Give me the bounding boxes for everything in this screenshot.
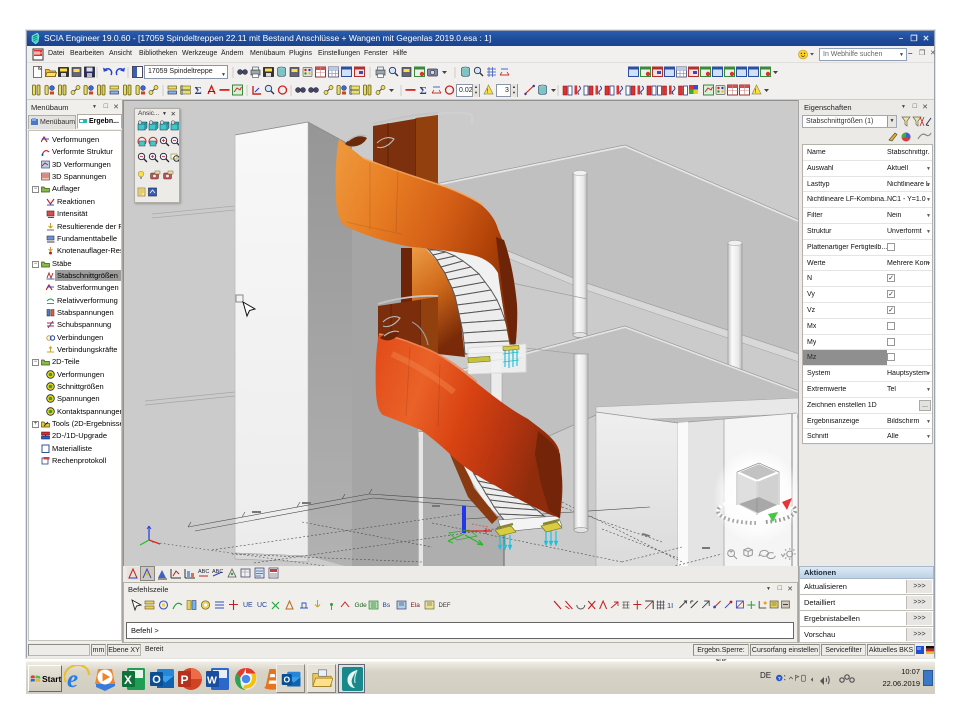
svg-text:Ela: Ela (411, 602, 421, 609)
svg-text:Gde: Gde (355, 602, 368, 609)
svg-text:O: O (283, 675, 290, 685)
svg-text:W: W (207, 675, 217, 687)
svg-text:X: X (124, 673, 132, 687)
svg-text:P: P (181, 673, 189, 687)
svg-text:UC: UC (257, 602, 267, 609)
svg-text:DEF: DEF (439, 603, 451, 609)
svg-text:e: e (67, 666, 78, 692)
svg-text:Bs: Bs (383, 602, 391, 609)
svg-text:O: O (152, 674, 161, 686)
svg-text:1I: 1I (667, 601, 673, 610)
svg-text:UE: UE (243, 602, 253, 609)
svg-text:ABC: ABC (198, 569, 209, 575)
svg-text:?: ? (778, 676, 781, 682)
